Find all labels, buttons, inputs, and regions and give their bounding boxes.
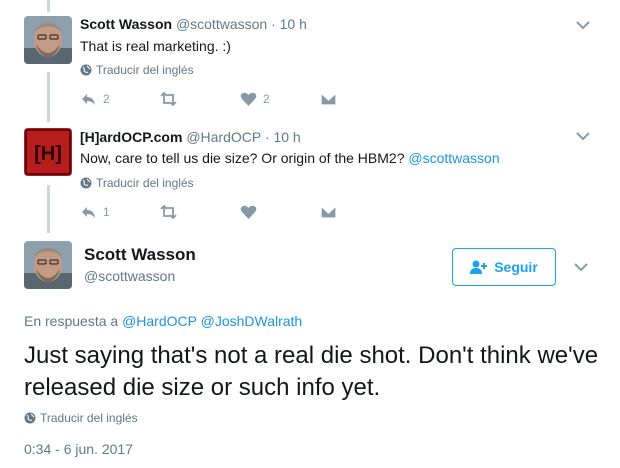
tweet-scott-1[interactable]: Scott Wasson @scottwasson · 10 h That is…: [0, 0, 620, 118]
reply-count: 2: [103, 92, 110, 106]
like-count: 2: [263, 92, 270, 106]
reply-count: 1: [103, 205, 110, 219]
translate-link[interactable]: Traducir del inglés: [24, 411, 138, 425]
translate-link[interactable]: Traducir del inglés: [80, 176, 194, 190]
dm-button[interactable]: [320, 204, 337, 220]
chevron-down-icon[interactable]: [576, 131, 590, 141]
reply-button[interactable]: 1: [80, 204, 160, 220]
author-name[interactable]: [H]ardOCP.com: [80, 129, 182, 145]
tweet-actions: 2 2: [80, 91, 337, 107]
translate-link[interactable]: Traducir del inglés: [80, 63, 194, 77]
reply-button[interactable]: 2: [80, 91, 160, 107]
translate-label: Traducir del inglés: [96, 63, 194, 77]
tweet-time[interactable]: 10 h: [273, 129, 300, 145]
like-button[interactable]: 2: [240, 91, 320, 107]
reply-icon: [82, 94, 95, 105]
like-button[interactable]: [240, 204, 320, 220]
retweet-button[interactable]: [160, 91, 240, 107]
mention-link[interactable]: @JoshDWalrath: [201, 313, 303, 329]
tweet-time[interactable]: 10 h: [280, 16, 307, 32]
avatar-logo-text: [H]: [34, 143, 62, 165]
dm-button[interactable]: [320, 91, 337, 107]
reply-icon: [82, 207, 95, 218]
heart-icon: [240, 92, 257, 106]
retweet-icon: [160, 204, 177, 220]
globe-icon: [80, 64, 92, 76]
tweet-timestamp[interactable]: 0:34 - 6 jun. 2017: [24, 441, 133, 457]
tweet-text-body: Now, care to tell us die size? Or origin…: [80, 150, 409, 166]
mention-link[interactable]: @HardOCP: [122, 313, 197, 329]
author-handle[interactable]: @HardOCP: [186, 129, 261, 145]
mention-link[interactable]: @scottwasson: [408, 150, 499, 166]
main-tweet-text: Just saying that's not a real die shot. …: [24, 342, 599, 401]
author-handle[interactable]: @scottwasson: [176, 16, 267, 32]
follow-label: Seguir: [494, 259, 538, 275]
tweet-text: Now, care to tell us die size? Or origin…: [80, 150, 500, 166]
heart-icon: [240, 205, 257, 219]
main-author-name[interactable]: Scott Wasson: [84, 245, 196, 265]
author-name[interactable]: Scott Wasson: [80, 16, 172, 32]
tweet-hardocp[interactable]: [H] [H]ardOCP.com @HardOCP · 10 h Now, c…: [0, 118, 620, 233]
separator-dot: ·: [271, 16, 276, 32]
main-author-handle[interactable]: @scottwasson: [84, 268, 175, 284]
avatar[interactable]: [24, 241, 72, 289]
separator-dot: ·: [264, 129, 270, 145]
reply-to-label: En respuesta a: [24, 313, 123, 329]
translate-label: Traducir del inglés: [96, 176, 194, 190]
reply-context: En respuesta a @HardOCP @JoshDWalrath: [24, 313, 302, 329]
follow-button[interactable]: Seguir: [452, 248, 556, 286]
globe-icon: [24, 412, 36, 424]
envelope-icon: [320, 205, 337, 219]
tweet-text: That is real marketing. :): [80, 38, 231, 54]
retweet-icon: [160, 91, 177, 107]
avatar[interactable]: [24, 16, 72, 64]
avatar[interactable]: [H]: [24, 128, 72, 176]
chevron-down-icon[interactable]: [576, 20, 590, 30]
globe-icon: [80, 177, 92, 189]
chevron-down-icon[interactable]: [574, 262, 588, 272]
envelope-icon: [320, 92, 337, 106]
tweet-header: [H]ardOCP.com @HardOCP · 10 h: [80, 129, 301, 145]
translate-label: Traducir del inglés: [40, 411, 138, 425]
tweet-actions: 1: [80, 204, 337, 220]
add-user-icon: [470, 260, 488, 274]
retweet-button[interactable]: [160, 204, 240, 220]
tweet-header: Scott Wasson @scottwasson · 10 h: [80, 16, 307, 32]
